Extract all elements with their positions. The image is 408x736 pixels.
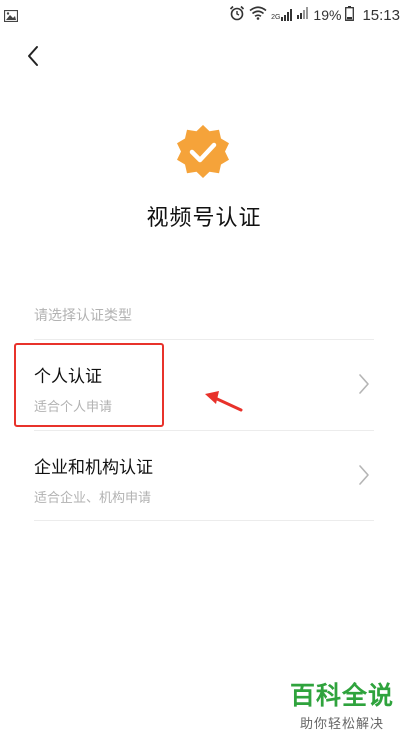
option-subtitle: 适合企业、机构申请 bbox=[34, 491, 152, 506]
alarm-icon bbox=[229, 5, 245, 25]
status-bar: 2G 19% 15:13 bbox=[0, 0, 408, 32]
gallery-notification-icon bbox=[3, 7, 19, 26]
chevron-right-icon bbox=[358, 373, 370, 399]
signal-icon-secondary bbox=[297, 7, 309, 23]
network-type-label: 2G bbox=[271, 14, 281, 21]
chevron-right-icon bbox=[358, 464, 370, 490]
divider bbox=[34, 520, 374, 521]
battery-icon bbox=[345, 5, 355, 25]
verified-badge-icon bbox=[176, 124, 230, 179]
watermark-subtitle: 助你轻松解决 bbox=[299, 717, 384, 732]
option-title: 企业和机构认证 bbox=[34, 458, 153, 478]
section-label: 请选择认证类型 bbox=[34, 308, 132, 324]
option-organization-verification[interactable]: 企业和机构认证 适合企业、机构申请 bbox=[34, 431, 374, 521]
signal-icon: 2G bbox=[271, 9, 293, 21]
battery-percent: 19% bbox=[313, 7, 342, 23]
watermark-logo: 百科全说 助你轻松解决 bbox=[290, 676, 394, 732]
annotation-arrow-icon bbox=[203, 388, 245, 418]
page-title: 视频号认证 bbox=[146, 206, 262, 231]
clock-time: 15:13 bbox=[362, 6, 400, 24]
wifi-icon bbox=[249, 6, 267, 24]
back-button[interactable] bbox=[18, 41, 48, 71]
chevron-left-icon bbox=[28, 46, 38, 66]
annotation-highlight-box bbox=[14, 343, 164, 427]
watermark-title: 百科全说 bbox=[289, 681, 394, 710]
